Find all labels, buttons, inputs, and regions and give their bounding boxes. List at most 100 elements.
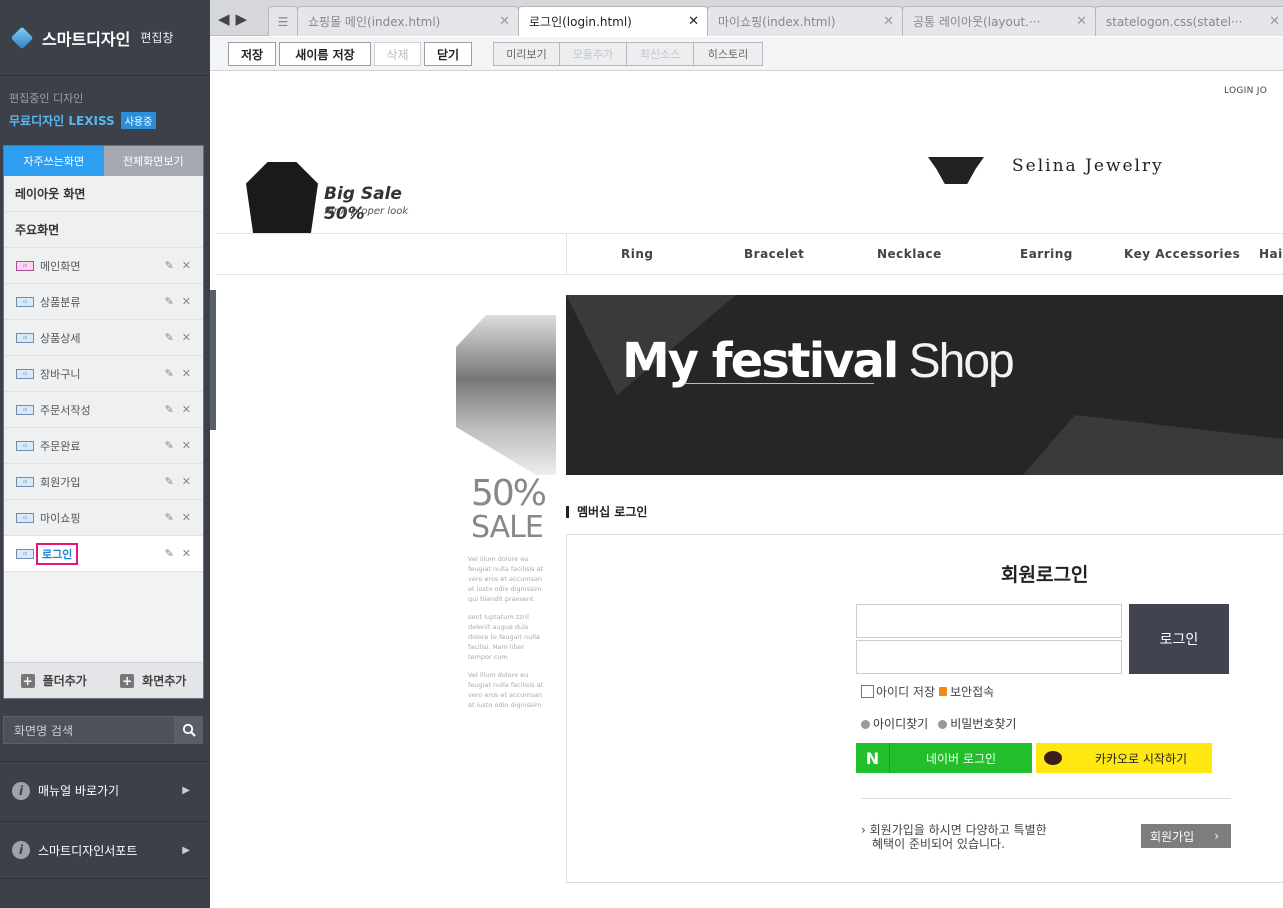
find-password-link[interactable]: 비밀번호찾기 bbox=[938, 715, 1016, 732]
menu-item-necklace[interactable]: Necklace bbox=[877, 247, 942, 261]
menu-item-hair[interactable]: Hair bbox=[1259, 247, 1283, 261]
manual-link[interactable]: i 매뉴얼 바로가기 ▶ bbox=[0, 761, 210, 819]
plus-icon: + bbox=[120, 673, 135, 688]
save-id-checkbox[interactable] bbox=[861, 685, 874, 698]
top-links[interactable]: LOGIN JO bbox=[1224, 86, 1267, 96]
tab-layout[interactable]: 공통 레이아웃(layout.··· ✕ bbox=[902, 6, 1096, 36]
edit-icon[interactable]: ✎ bbox=[165, 547, 174, 560]
close-icon[interactable]: ✕ bbox=[182, 331, 191, 344]
current-design-name[interactable]: 무료디자인 LEXISS bbox=[9, 112, 115, 129]
section-main[interactable]: 주요화면 bbox=[4, 212, 203, 248]
page-item-login[interactable]: ▭ 로그인 ✎ ✕ bbox=[4, 536, 203, 572]
bullet-icon bbox=[861, 720, 870, 729]
latest-source-button[interactable]: 최신소스 bbox=[626, 42, 694, 66]
close-icon[interactable]: ✕ bbox=[1076, 14, 1087, 29]
tab-label: statelogon.css(statel··· bbox=[1106, 14, 1243, 29]
bullet-icon bbox=[938, 720, 948, 729]
close-icon[interactable]: ✕ bbox=[688, 14, 699, 29]
shop-name[interactable]: Selina Jewelry bbox=[1012, 156, 1164, 176]
section-layout[interactable]: 레이아웃 화면 bbox=[4, 176, 203, 212]
close-icon[interactable]: ✕ bbox=[883, 14, 894, 29]
login-button[interactable]: 로그인 bbox=[1129, 604, 1229, 674]
back-arrow-icon[interactable]: ◀ bbox=[218, 10, 236, 28]
page-item-order-form[interactable]: ▭ 주문서작성 ✎ ✕ bbox=[4, 392, 203, 428]
edit-icon[interactable]: ✎ bbox=[165, 439, 174, 452]
edit-icon[interactable]: ✎ bbox=[165, 511, 174, 524]
tab-myshop[interactable]: 마이쇼핑(index.html) ✕ bbox=[707, 6, 903, 36]
panel-tabs: 자주쓰는화면 전체화면보기 bbox=[4, 146, 203, 176]
menu-item-bracelet[interactable]: Bracelet bbox=[744, 247, 804, 261]
naver-login-label: 네이버 로그인 bbox=[925, 751, 997, 766]
close-icon[interactable]: ✕ bbox=[182, 439, 191, 452]
close-icon[interactable]: ✕ bbox=[1269, 14, 1280, 29]
close-icon[interactable]: ✕ bbox=[182, 403, 191, 416]
find-id-link[interactable]: 아이디찾기 bbox=[861, 715, 928, 732]
edit-icon[interactable]: ✎ bbox=[165, 259, 174, 272]
kakao-login-button[interactable]: 카카오로 시작하기 bbox=[1036, 743, 1212, 773]
save-button[interactable]: 저장 bbox=[228, 42, 276, 66]
history-button[interactable]: 히스토리 bbox=[693, 42, 763, 66]
page-item-myshop[interactable]: ▭ 마이쇼핑 ✎ ✕ bbox=[4, 500, 203, 536]
close-icon[interactable]: ✕ bbox=[182, 259, 191, 272]
tab-index[interactable]: 쇼핑몰 메인(index.html) ✕ bbox=[297, 6, 519, 36]
add-module-button[interactable]: 모듈추가 bbox=[559, 42, 627, 66]
shop-logo[interactable] bbox=[928, 157, 984, 184]
user-id-input[interactable] bbox=[856, 604, 1122, 638]
edit-icon[interactable]: ✎ bbox=[165, 331, 174, 344]
page-item-label: 주문완료 bbox=[40, 439, 81, 453]
menu-item-key-accessories[interactable]: Key Accessories bbox=[1124, 247, 1240, 261]
page-item-category[interactable]: ▭ 상품분류 ✎ ✕ bbox=[4, 284, 203, 320]
tab-list-menu[interactable]: ☰ bbox=[268, 6, 298, 36]
edit-icon[interactable]: ✎ bbox=[165, 295, 174, 308]
manual-link-label: 매뉴얼 바로가기 bbox=[38, 784, 120, 798]
close-icon[interactable]: ✕ bbox=[182, 295, 191, 308]
tab-login[interactable]: 로그인(login.html) ✕ bbox=[518, 6, 708, 36]
find-password-label: 비밀번호찾기 bbox=[950, 717, 1017, 731]
big-sale-banner[interactable]: Big Sale 50% for A proper look bbox=[246, 162, 446, 234]
delete-button[interactable]: 삭제 bbox=[374, 42, 421, 66]
close-icon[interactable]: ✕ bbox=[499, 14, 510, 29]
close-icon[interactable]: ✕ bbox=[182, 547, 191, 560]
edit-icon[interactable]: ✎ bbox=[165, 475, 174, 488]
close-icon[interactable]: ✕ bbox=[182, 475, 191, 488]
search-button[interactable] bbox=[175, 716, 203, 744]
edit-icon[interactable]: ✎ bbox=[165, 367, 174, 380]
search-input[interactable]: 화면명 검색 bbox=[3, 716, 175, 744]
naver-login-button[interactable]: N 네이버 로그인 bbox=[856, 743, 1032, 773]
join-button-label: 회원가입 bbox=[1150, 829, 1195, 844]
tab-css[interactable]: statelogon.css(statel··· ✕ bbox=[1095, 6, 1283, 36]
page-item-detail[interactable]: ▭ 상품상세 ✎ ✕ bbox=[4, 320, 203, 356]
add-folder-button[interactable]: + 폴더추가 bbox=[4, 663, 104, 698]
banner-title-bold: My festival bbox=[622, 333, 899, 389]
join-button[interactable]: 회원가입 › bbox=[1141, 824, 1231, 848]
preview-button[interactable]: 미리보기 bbox=[493, 42, 560, 66]
page-item-order-complete[interactable]: ▭ 주문완료 ✎ ✕ bbox=[4, 428, 203, 464]
page-icon: ▭ bbox=[16, 440, 34, 451]
sale-paragraph: Vel illum dolore eu feugiat nulla facili… bbox=[468, 555, 544, 603]
page-icon: ▭ bbox=[16, 476, 34, 487]
page-item-main[interactable]: ▭ 메인화면 ✎ ✕ bbox=[4, 248, 203, 284]
menu-item-earring[interactable]: Earring bbox=[1020, 247, 1073, 261]
menu-item-ring[interactable]: Ring bbox=[621, 247, 654, 261]
page-icon: ▭ bbox=[16, 512, 34, 523]
festival-banner[interactable]: My festival Shop bbox=[566, 295, 1283, 475]
password-input[interactable] bbox=[856, 640, 1122, 674]
support-link[interactable]: i 스마트디자인서포트 ▶ bbox=[0, 821, 210, 879]
edit-icon[interactable]: ✎ bbox=[165, 403, 174, 416]
tab-frequent[interactable]: 자주쓰는화면 bbox=[4, 146, 104, 176]
save-as-button[interactable]: 새이름 저장 bbox=[279, 42, 371, 66]
tab-all[interactable]: 전체화면보기 bbox=[103, 146, 203, 176]
close-icon[interactable]: ✕ bbox=[182, 511, 191, 524]
forward-arrow-icon[interactable]: ▶ bbox=[236, 10, 254, 28]
add-page-button[interactable]: + 화면추가 bbox=[104, 663, 204, 698]
close-icon[interactable]: ✕ bbox=[182, 367, 191, 380]
kakao-icon bbox=[1036, 743, 1070, 773]
page-icon: ▭ bbox=[16, 332, 34, 343]
join-message: › 회원가입을 하시면 다양하고 특별한 혜택이 준비되어 있습니다. bbox=[861, 823, 1047, 851]
sale-label: 50% SALE bbox=[471, 474, 547, 543]
page-item-cart[interactable]: ▭ 장바구니 ✎ ✕ bbox=[4, 356, 203, 392]
close-button[interactable]: 닫기 bbox=[424, 42, 472, 66]
page-item-join[interactable]: ▭ 회원가입 ✎ ✕ bbox=[4, 464, 203, 500]
status-badge: 사용중 bbox=[120, 112, 157, 129]
secure-login-link[interactable]: 보안접속 bbox=[950, 683, 994, 700]
